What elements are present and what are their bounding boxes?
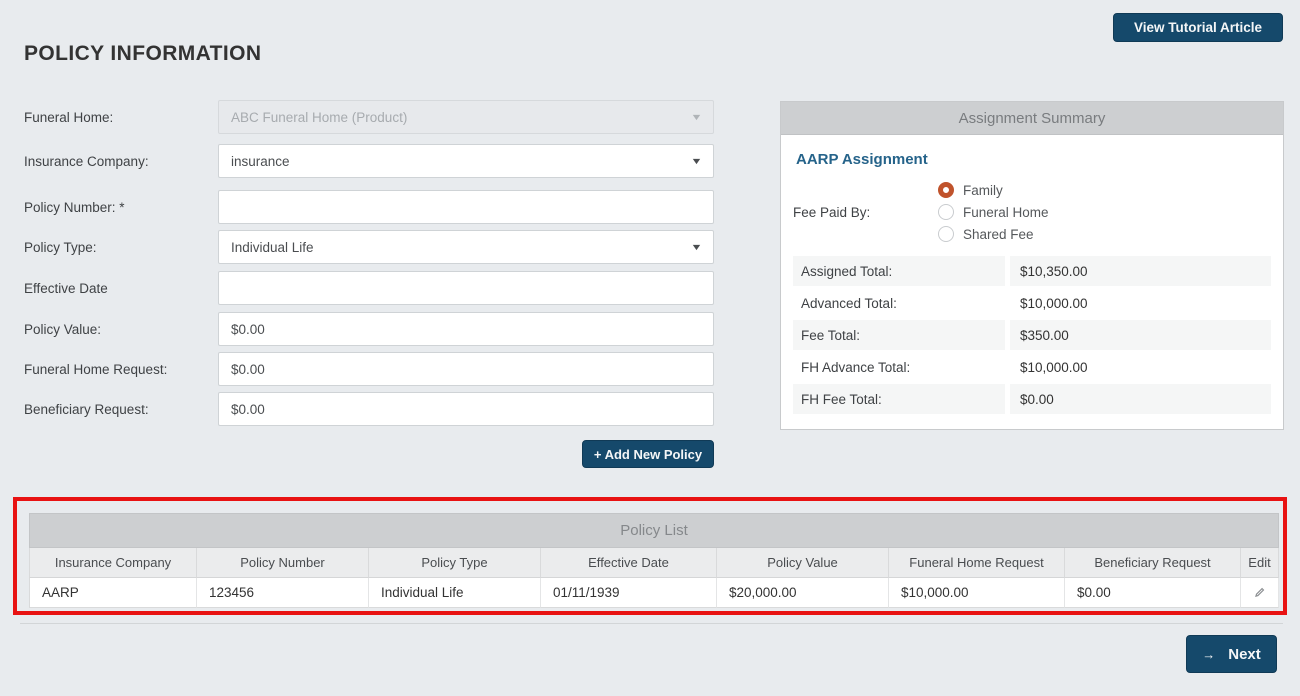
beneficiary-request-label: Beneficiary Request: [24,392,214,426]
policy-list-highlight-border: Policy List Insurance Company Policy Num… [13,497,1287,615]
radio-label: Shared Fee [963,227,1034,242]
total-row-fee: Fee Total: $350.00 [793,320,1271,352]
total-row-assigned: Assigned Total: $10,350.00 [793,256,1271,288]
total-label: FH Advance Total: [793,352,1005,382]
policy-information-page: View Tutorial Article POLICY INFORMATION… [0,0,1300,696]
policy-value-label: Policy Value: [24,312,214,346]
cell-policy-value: $20,000.00 [717,578,889,608]
chevron-down-icon: ▼ [690,156,702,166]
radio-option-family[interactable]: Family [938,182,1049,198]
form-row-funeral-home: Funeral Home: ABC Funeral Home (Product)… [24,100,716,134]
effective-date-input[interactable] [218,271,714,305]
radio-option-funeral-home[interactable]: Funeral Home [938,204,1049,220]
table-row: AARP 123456 Individual Life 01/11/1939 $… [29,578,1279,608]
beneficiary-request-input[interactable] [218,392,714,426]
radio-option-shared-fee[interactable]: Shared Fee [938,226,1049,242]
assignment-totals: Assigned Total: $10,350.00 Advanced Tota… [793,256,1271,416]
footer-divider [20,623,1283,624]
radio-label: Funeral Home [963,205,1049,220]
chevron-down-icon: ▼ [690,242,702,252]
cell-policy-type: Individual Life [369,578,541,608]
radio-selected-icon [938,182,954,198]
fee-paid-by-row: Fee Paid By: Family Funeral Home Shared … [793,182,1271,242]
column-header-beneficiary-request: Beneficiary Request [1065,548,1241,578]
edit-policy-button[interactable] [1241,578,1279,608]
insurance-company-label: Insurance Company: [24,144,214,178]
funeral-home-value: ABC Funeral Home (Product) [231,110,407,125]
policy-number-input[interactable] [218,190,714,224]
total-value: $10,350.00 [1010,256,1271,286]
form-row-beneficiary-request: Beneficiary Request: [24,392,716,426]
total-row-fh-advance: FH Advance Total: $10,000.00 [793,352,1271,384]
form-row-policy-value: Policy Value: [24,312,716,346]
total-value: $10,000.00 [1010,352,1271,382]
cell-funeral-home-request: $10,000.00 [889,578,1065,608]
assignment-summary-title: Assignment Summary [781,102,1283,135]
fee-paid-by-radio-group: Family Funeral Home Shared Fee [938,182,1049,242]
column-header-policy-number: Policy Number [197,548,369,578]
form-row-funeral-home-request: Funeral Home Request: [24,352,716,386]
funeral-home-select: ABC Funeral Home (Product) ▼ [218,100,714,134]
total-label: Fee Total: [793,320,1005,350]
policy-type-select[interactable]: Individual Life ▼ [218,230,714,264]
funeral-home-request-label: Funeral Home Request: [24,352,214,386]
total-label: FH Fee Total: [793,384,1005,414]
total-value: $0.00 [1010,384,1271,414]
column-header-policy-type: Policy Type [369,548,541,578]
next-button[interactable]: → Next [1186,635,1277,673]
column-header-funeral-home-request: Funeral Home Request [889,548,1065,578]
insurance-company-select[interactable]: insurance ▼ [218,144,714,178]
view-tutorial-article-button[interactable]: View Tutorial Article [1113,13,1283,42]
column-header-effective-date: Effective Date [541,548,717,578]
total-value: $10,000.00 [1010,288,1271,318]
policy-list-title: Policy List [29,513,1279,548]
column-header-edit: Edit [1241,548,1279,578]
arrow-right-icon: → [1202,647,1215,662]
radio-unselected-icon [938,226,954,242]
chevron-down-icon: ▼ [690,112,702,122]
total-label: Advanced Total: [793,288,1005,318]
policy-type-label: Policy Type: [24,230,214,264]
pencil-icon [1253,586,1266,599]
effective-date-label: Effective Date [24,271,214,305]
next-button-label: Next [1228,646,1261,663]
form-row-policy-type: Policy Type: Individual Life ▼ [24,230,716,264]
insurance-company-value: insurance [231,154,290,169]
radio-label: Family [963,183,1003,198]
policy-list-table: Policy List Insurance Company Policy Num… [29,513,1279,608]
cell-beneficiary-request: $0.00 [1065,578,1241,608]
total-row-advanced: Advanced Total: $10,000.00 [793,288,1271,320]
radio-unselected-icon [938,204,954,220]
total-value: $350.00 [1010,320,1271,350]
total-label: Assigned Total: [793,256,1005,286]
column-header-insurance-company: Insurance Company [29,548,197,578]
policy-number-label: Policy Number: * [24,190,214,224]
column-header-policy-value: Policy Value [717,548,889,578]
policy-type-value: Individual Life [231,240,314,255]
page-title: POLICY INFORMATION [24,42,261,66]
cell-policy-number: 123456 [197,578,369,608]
funeral-home-label: Funeral Home: [24,100,214,134]
fee-paid-by-label: Fee Paid By: [793,182,938,242]
add-new-policy-button[interactable]: + Add New Policy [582,440,714,468]
form-row-insurance-company: Insurance Company: insurance ▼ [24,144,716,178]
assignment-summary-panel: Assignment Summary AARP Assignment Fee P… [780,101,1284,430]
assignment-name-link[interactable]: AARP Assignment [793,146,1271,168]
form-row-policy-number: Policy Number: * [24,190,716,224]
assignment-summary-body: AARP Assignment Fee Paid By: Family Fune… [781,135,1283,429]
cell-effective-date: 01/11/1939 [541,578,717,608]
cell-insurance-company: AARP [29,578,197,608]
form-row-effective-date: Effective Date [24,271,716,305]
policy-list-header-row: Insurance Company Policy Number Policy T… [29,548,1279,578]
policy-value-input[interactable] [218,312,714,346]
total-row-fh-fee: FH Fee Total: $0.00 [793,384,1271,416]
funeral-home-request-input[interactable] [218,352,714,386]
